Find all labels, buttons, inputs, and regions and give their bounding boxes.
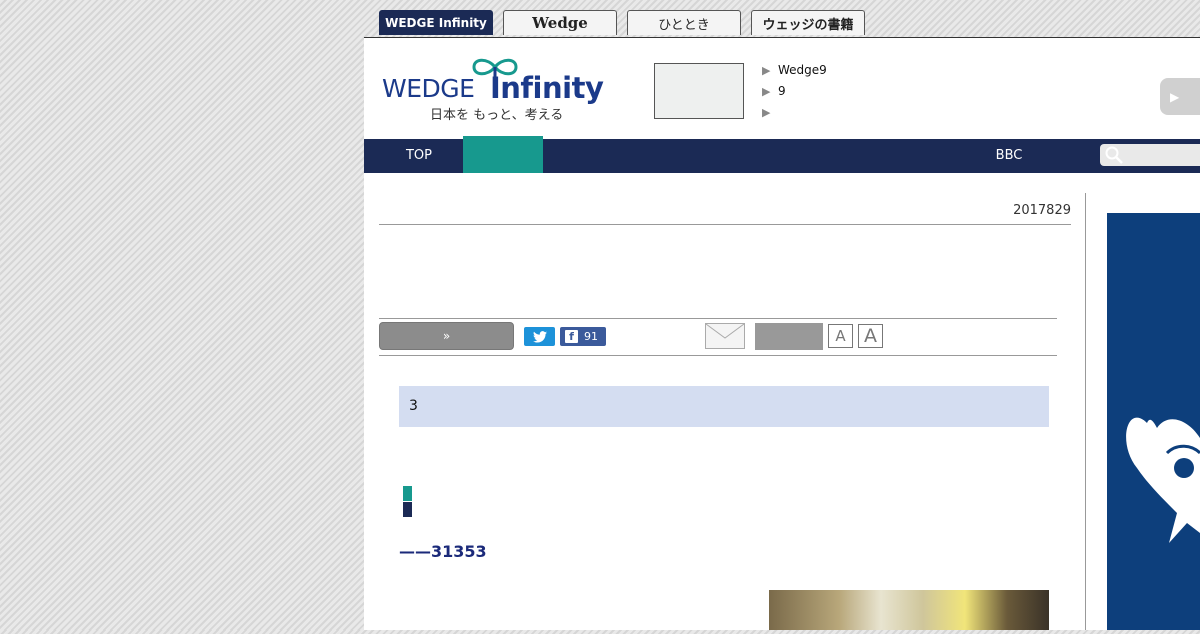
search-icon — [1105, 146, 1123, 164]
header-news-list: ▶ Wedge9 ▶ 9 ▶ — [762, 60, 827, 123]
twitter-icon — [532, 330, 547, 343]
page: WEDGE Infinity Wedge ひととき ウェッジの書籍 WEDGE … — [364, 0, 1200, 630]
triangle-right-icon: ▶ — [762, 85, 771, 98]
main-content: 2017829 » f 91 A A 3 ——31353 — [364, 173, 1200, 630]
nav-item-top[interactable]: TOP — [384, 139, 454, 173]
site-tab-wedge[interactable]: Wedge — [503, 10, 617, 35]
logo-wordmark-infinity: Infinity — [490, 71, 604, 105]
news-item[interactable]: ▶ Wedge9 — [762, 60, 827, 81]
triangle-right-icon: ▶ — [762, 106, 771, 119]
news-item-label: Wedge9 — [778, 63, 827, 77]
divider — [379, 224, 1071, 225]
site-tab-wedge-books[interactable]: ウェッジの書籍 — [751, 10, 865, 35]
header: WEDGE Infinity 日本を もっと、考える ▶ Wedge9 ▶ 9 ▶ … — [364, 38, 1200, 139]
site-logo[interactable]: WEDGE Infinity 日本を もっと、考える — [382, 54, 612, 126]
divider — [379, 318, 1057, 319]
article-date: 2017829 — [1013, 203, 1071, 218]
nav-item-active[interactable] — [463, 136, 543, 173]
nav-item-bbc[interactable]: BBC — [974, 139, 1044, 173]
article-byline: ——31353 — [399, 542, 487, 561]
header-ad-box[interactable] — [654, 63, 744, 119]
article-photo — [769, 590, 1049, 630]
mail-icon[interactable] — [705, 323, 745, 349]
facebook-count: 91 — [584, 330, 598, 343]
twitter-share-button[interactable] — [524, 327, 555, 346]
news-item[interactable]: ▶ 9 — [762, 81, 827, 102]
mascot-logo-icon — [1126, 417, 1200, 543]
print-button[interactable] — [755, 323, 823, 350]
heading-accent-teal — [403, 486, 412, 501]
heading-accent-navy — [403, 502, 412, 517]
share-button[interactable]: » — [379, 322, 514, 350]
news-item[interactable]: ▶ — [762, 102, 827, 123]
triangle-right-icon: ▶ — [762, 64, 771, 77]
site-tab-hitotoki[interactable]: ひととき — [627, 10, 741, 35]
divider — [379, 355, 1057, 356]
logo-tagline: 日本を もっと、考える — [430, 108, 564, 123]
facebook-icon: f — [565, 330, 578, 343]
article-lead: 3 — [399, 386, 1049, 427]
font-size-large-button[interactable]: A — [858, 324, 883, 348]
font-size-small-button[interactable]: A — [828, 324, 853, 348]
sidebar-banner[interactable] — [1107, 213, 1200, 630]
site-tabs: WEDGE Infinity Wedge ひととき ウェッジの書籍 — [364, 0, 1200, 38]
search-input[interactable] — [1126, 146, 1200, 166]
news-item-label: 9 — [778, 84, 786, 98]
main-nav: TOP BBC — [364, 136, 1200, 173]
facebook-share-button[interactable]: f 91 — [560, 327, 606, 346]
header-side-button[interactable]: ▶ — [1160, 78, 1200, 115]
logo-wordmark-wedge: WEDGE — [382, 74, 475, 103]
site-tab-wedge-infinity[interactable]: WEDGE Infinity — [379, 10, 493, 35]
play-icon: ▶ — [1170, 89, 1180, 104]
search-box[interactable] — [1100, 144, 1200, 166]
column-divider — [1085, 193, 1086, 630]
